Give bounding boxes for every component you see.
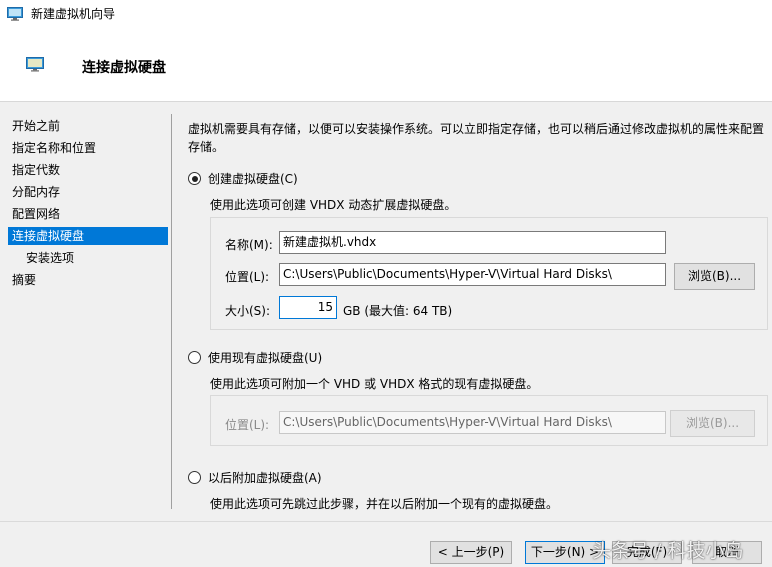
radio-button[interactable] — [188, 351, 201, 364]
create-vhd-hint: 使用此选项可创建 VHDX 动态扩展虚拟硬盘。 — [210, 198, 457, 212]
wizard-footer: < 上一步(P) 下一步(N) > 完成(F) 取消 头条号 / 科技小岛 — [0, 521, 772, 567]
nav-step-network[interactable]: 配置网络 — [8, 205, 168, 223]
previous-button[interactable]: < 上一步(P) — [430, 541, 512, 564]
wizard-steps-nav: 开始之前 指定名称和位置 指定代数 分配内存 配置网络 连接虚拟硬盘 安装选项 … — [0, 102, 172, 512]
wizard-body: 开始之前 指定名称和位置 指定代数 分配内存 配置网络 连接虚拟硬盘 安装选项 … — [0, 101, 772, 521]
name-label: 名称(M): — [225, 238, 273, 252]
create-vhd-group: 名称(M): 新建虚拟机.vhdx 位置(L): C:\Users\Public… — [210, 217, 768, 330]
radio-create-vhd[interactable]: 创建虚拟硬盘(C) — [188, 170, 298, 187]
radio-button-checked[interactable] — [188, 172, 201, 185]
radio-attach-later-label: 以后附加虚拟硬盘(A) — [208, 471, 322, 485]
wizard-window: 新建虚拟机向导 连接虚拟硬盘 开始之前 指定名称和位置 指定代数 分配内存 配置… — [0, 0, 772, 567]
wizard-content: 虚拟机需要具有存储，以便可以安装操作系统。可以立即指定存储，也可以稍后通过修改虚… — [172, 102, 772, 522]
monitor-icon — [26, 57, 44, 72]
radio-create-vhd-label: 创建虚拟硬盘(C) — [208, 172, 298, 186]
wizard-header: 连接虚拟硬盘 — [0, 27, 772, 101]
title-bar: 新建虚拟机向导 — [0, 0, 772, 27]
radio-existing-vhd[interactable]: 使用现有虚拟硬盘(U) — [188, 349, 322, 366]
existing-vhd-hint: 使用此选项可附加一个 VHD 或 VHDX 格式的现有虚拟硬盘。 — [210, 377, 539, 391]
vhd-size-input[interactable]: 15 — [279, 296, 337, 319]
existing-location-label: 位置(L): — [225, 418, 270, 432]
finish-button[interactable]: 完成(F) — [612, 541, 682, 564]
existing-location-input[interactable]: C:\Users\Public\Documents\Hyper-V\Virtua… — [279, 411, 666, 434]
nav-step-install-options[interactable]: 安装选项 — [8, 249, 168, 267]
nav-step-name-location[interactable]: 指定名称和位置 — [8, 139, 168, 157]
nav-step-before-you-begin[interactable]: 开始之前 — [8, 117, 168, 135]
size-label: 大小(S): — [225, 304, 271, 318]
nav-step-generation[interactable]: 指定代数 — [8, 161, 168, 179]
radio-existing-vhd-label: 使用现有虚拟硬盘(U) — [208, 351, 323, 365]
attach-later-hint: 使用此选项可先跳过此步骤，并在以后附加一个现有的虚拟硬盘。 — [210, 497, 559, 511]
radio-attach-later[interactable]: 以后附加虚拟硬盘(A) — [188, 469, 322, 486]
nav-step-summary[interactable]: 摘要 — [8, 271, 168, 289]
cancel-button[interactable]: 取消 — [692, 541, 762, 564]
existing-browse-button[interactable]: 浏览(B)... — [670, 410, 755, 437]
monitor-icon — [7, 6, 23, 21]
next-button[interactable]: 下一步(N) > — [525, 541, 605, 564]
existing-vhd-group: 位置(L): C:\Users\Public\Documents\Hyper-V… — [210, 395, 768, 446]
vhd-name-input[interactable]: 新建虚拟机.vhdx — [279, 231, 666, 254]
radio-button[interactable] — [188, 471, 201, 484]
page-description: 虚拟机需要具有存储，以便可以安装操作系统。可以立即指定存储，也可以稍后通过修改虚… — [188, 122, 765, 154]
size-unit-label: GB (最大值: 64 TB) — [343, 304, 453, 318]
page-title: 连接虚拟硬盘 — [82, 60, 166, 76]
window-title: 新建虚拟机向导 — [31, 7, 116, 21]
nav-step-connect-vhd[interactable]: 连接虚拟硬盘 — [8, 227, 168, 245]
vhd-location-input[interactable]: C:\Users\Public\Documents\Hyper-V\Virtua… — [279, 263, 666, 286]
location-label: 位置(L): — [225, 270, 270, 284]
nav-step-memory[interactable]: 分配内存 — [8, 183, 168, 201]
browse-button[interactable]: 浏览(B)... — [674, 263, 755, 290]
